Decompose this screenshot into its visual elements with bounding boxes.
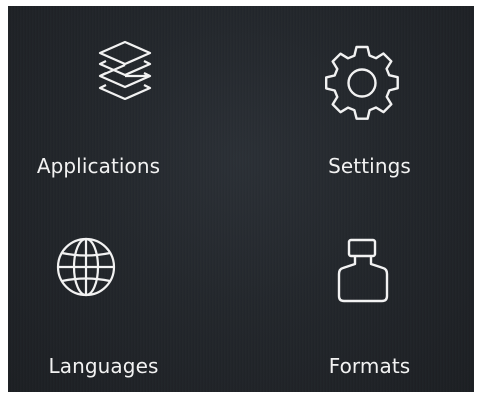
weight-icon: [337, 238, 389, 303]
menu-item-label: Languages: [48, 354, 159, 378]
globe-icon: [56, 237, 116, 297]
menu-item-label: Applications: [36, 154, 161, 178]
gear-icon: [325, 45, 399, 120]
menu-item-formats[interactable]: Formats: [241, 199, 474, 392]
layers-icon: [98, 40, 152, 100]
menu-item-label: Settings: [328, 154, 411, 178]
menu-item-settings[interactable]: Settings: [241, 6, 474, 199]
menu-item-languages[interactable]: Languages: [8, 199, 241, 392]
menu-item-applications[interactable]: Applications: [8, 6, 241, 199]
menu-item-label: Formats: [328, 354, 411, 378]
menu-panel: Applications Settings Languages Formats: [8, 6, 474, 392]
